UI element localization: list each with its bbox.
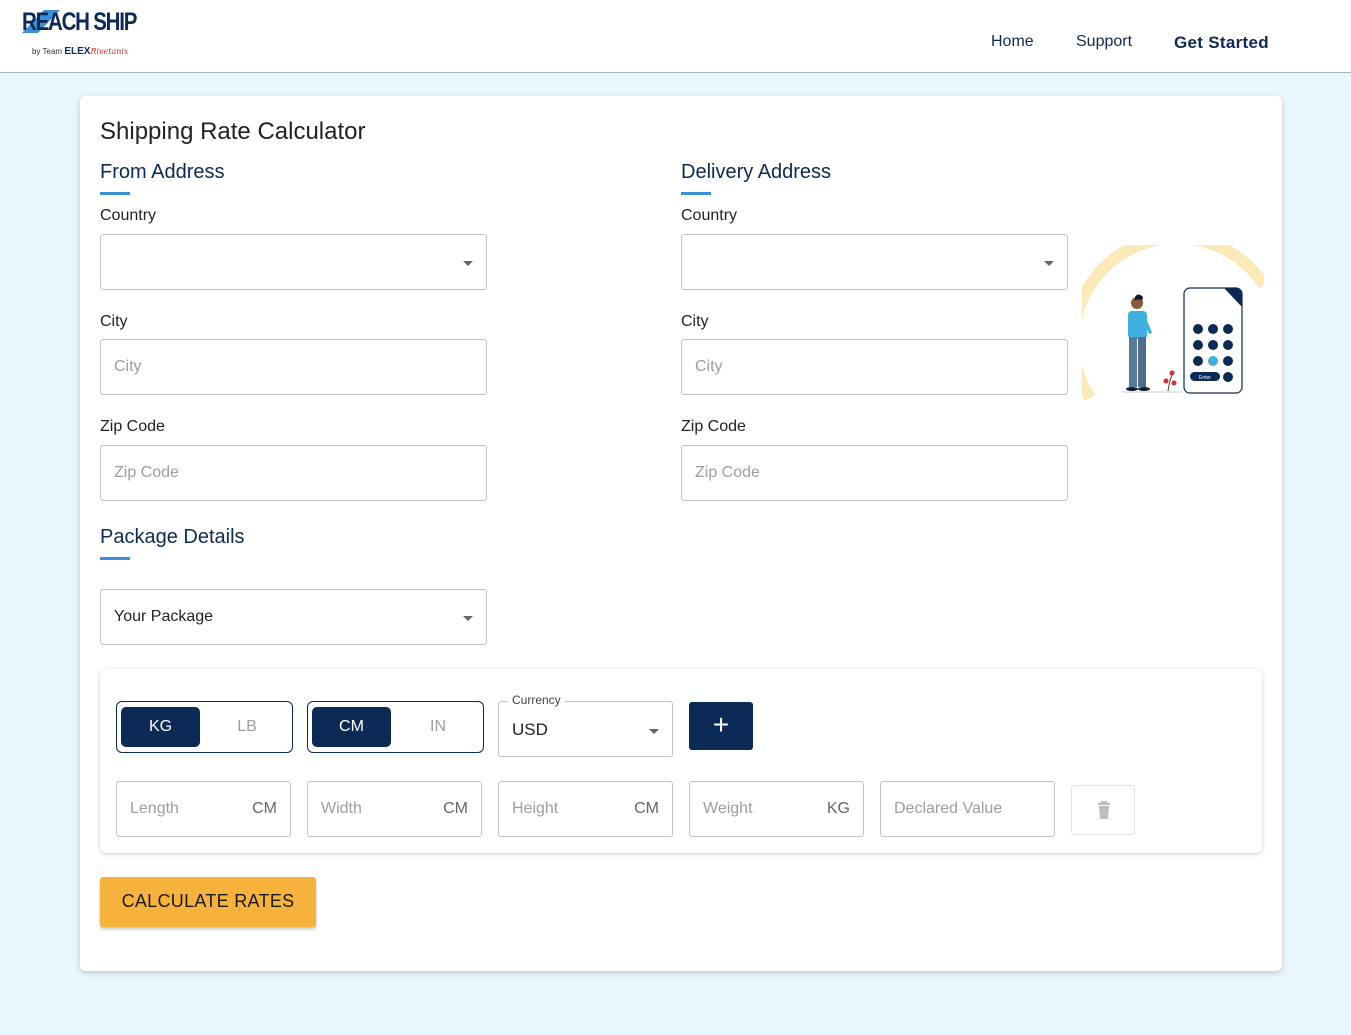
keypad-person-illustration: Enter	[1082, 245, 1264, 400]
width-unit: CM	[443, 800, 468, 817]
nav-home[interactable]: Home	[991, 33, 1034, 51]
declared-value-input[interactable]: Declared Value	[880, 781, 1055, 837]
package-select[interactable]: Your Package	[100, 589, 487, 645]
weight-unit-kg[interactable]: KG	[121, 707, 200, 747]
length-input[interactable]: Length CM	[116, 781, 291, 837]
weight-unit: KG	[826, 800, 850, 817]
delivery-city-input[interactable]: City	[681, 339, 1068, 395]
delivery-country-label: Country	[681, 207, 738, 224]
weight-placeholder: Weight	[703, 800, 753, 817]
add-package-button[interactable]: +	[689, 702, 753, 750]
from-zip-label: Zip Code	[100, 418, 165, 435]
from-country-select[interactable]	[100, 234, 487, 290]
top-header: REACH SHIP by Team ELEXRivetanix Home Su…	[0, 0, 1351, 73]
from-address-heading: From Address	[100, 161, 225, 195]
from-zip-placeholder: Zip Code	[114, 464, 179, 481]
from-zip-input[interactable]: Zip Code	[100, 445, 487, 501]
dimension-unit-toggle: CM IN	[307, 701, 484, 753]
width-placeholder: Width	[321, 800, 362, 817]
declared-value-placeholder: Declared Value	[894, 800, 1003, 817]
chevron-down-icon	[463, 261, 473, 266]
package-row-panel: KG LB CM IN Currency USD + Length CM Wid…	[100, 669, 1262, 853]
weight-unit-lb[interactable]: LB	[207, 707, 287, 747]
delivery-city-label: City	[681, 313, 709, 330]
height-input[interactable]: Height CM	[498, 781, 673, 837]
calculate-rates-button[interactable]: CALCULATE RATES	[100, 877, 316, 927]
dimension-unit-cm[interactable]: CM	[312, 707, 391, 747]
from-city-input[interactable]: City	[100, 339, 487, 395]
height-placeholder: Height	[512, 800, 559, 817]
currency-select[interactable]: Currency USD	[498, 693, 673, 757]
dimension-unit-in[interactable]: IN	[398, 707, 478, 747]
calculator-card: Shipping Rate Calculator From Address Co…	[80, 96, 1282, 971]
nav-support[interactable]: Support	[1076, 33, 1132, 51]
chevron-down-icon	[463, 616, 473, 621]
length-unit: CM	[252, 800, 277, 817]
logo-byline: by Team ELEXRivetanix	[32, 46, 129, 57]
from-country-label: Country	[100, 207, 157, 224]
weight-input[interactable]: Weight KG	[689, 781, 864, 837]
delivery-city-placeholder: City	[695, 358, 723, 375]
logo-text: REACH SHIP	[22, 8, 137, 36]
delivery-country-select[interactable]	[681, 234, 1068, 290]
package-select-value: Your Package	[114, 608, 214, 625]
delete-package-button[interactable]	[1071, 785, 1135, 835]
weight-unit-toggle: KG LB	[116, 701, 293, 753]
trash-icon	[1098, 801, 1110, 819]
currency-label: Currency	[508, 693, 565, 707]
delivery-address-heading: Delivery Address	[681, 161, 832, 195]
page-title: Shipping Rate Calculator	[100, 118, 366, 145]
from-city-label: City	[100, 313, 128, 330]
from-city-placeholder: City	[114, 358, 142, 375]
delivery-zip-label: Zip Code	[681, 418, 746, 435]
reachship-logo[interactable]: REACH SHIP by Team ELEXRivetanix	[22, 6, 137, 64]
package-details-heading: Package Details	[100, 526, 245, 560]
chevron-down-icon	[649, 729, 659, 734]
length-placeholder: Length	[130, 800, 179, 817]
width-input[interactable]: Width CM	[307, 781, 482, 837]
delivery-zip-input[interactable]: Zip Code	[681, 445, 1068, 501]
currency-value: USD	[512, 720, 548, 739]
keypad-enter-label: Enter	[1199, 375, 1211, 381]
nav-get-started[interactable]: Get Started	[1174, 33, 1269, 53]
delivery-zip-placeholder: Zip Code	[695, 464, 760, 481]
height-unit: CM	[634, 800, 659, 817]
chevron-down-icon	[1044, 261, 1054, 266]
